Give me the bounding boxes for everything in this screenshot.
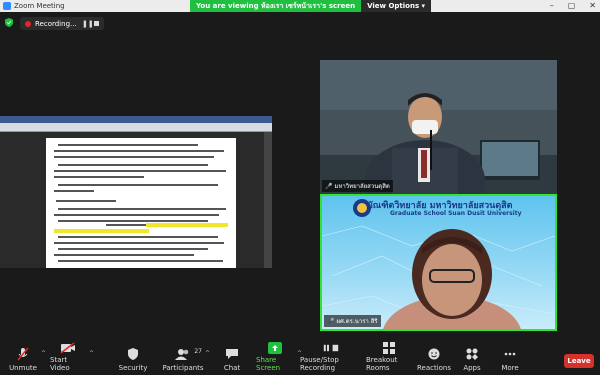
participant-name: ผศ.ดร.นารา สิริ bbox=[336, 318, 378, 325]
stop-recording-icon[interactable] bbox=[94, 21, 99, 26]
presenter-video-tile[interactable]: 🎤 มหาวิทยาลัยสวนดุสิต bbox=[320, 60, 557, 194]
participant-video-tile[interactable]: บัณฑิตวิทยาลัย มหาวิทยาลัยสวนดุสิต Gradu… bbox=[320, 194, 557, 331]
document-toolbar bbox=[0, 116, 272, 132]
participants-icon bbox=[175, 346, 191, 362]
viewing-banner: You are viewing ห้องเรา เซร์หน้าเรา's sc… bbox=[190, 0, 432, 12]
security-label: Security bbox=[118, 364, 148, 372]
apps-grid-icon bbox=[464, 346, 480, 362]
smiley-icon bbox=[426, 346, 442, 362]
presenter-video bbox=[320, 60, 557, 194]
muted-mic-icon: 🎤 bbox=[325, 182, 333, 190]
apps-button[interactable]: Apps bbox=[462, 342, 482, 375]
breakout-rooms-button[interactable]: Breakout Rooms bbox=[366, 342, 412, 375]
security-button[interactable]: Security bbox=[118, 342, 148, 375]
pause-recording-icon[interactable]: ❚❚ bbox=[82, 20, 94, 28]
share-screen-label: Share Screen bbox=[256, 356, 281, 372]
muted-mic-icon bbox=[15, 346, 31, 362]
chat-label: Chat bbox=[223, 364, 241, 372]
meeting-toolbar: Unmute ^ Start Video ^ Security Particip… bbox=[0, 342, 600, 375]
view-options-label: View Options bbox=[367, 2, 420, 10]
pause-stop-recording-label: Pause/Stop Recording bbox=[300, 356, 339, 372]
document-page bbox=[46, 138, 236, 268]
security-shield-icon bbox=[125, 346, 141, 362]
reactions-button[interactable]: Reactions bbox=[416, 342, 452, 375]
zoom-logo-icon bbox=[3, 2, 11, 10]
participant-banner-english: Graduate School Suan Dusit University bbox=[390, 210, 522, 217]
unmute-button[interactable]: Unmute ^ bbox=[8, 342, 46, 375]
presenter-name: มหาวิทยาลัยสวนดุสิต bbox=[334, 183, 390, 190]
chevron-up-icon[interactable]: ^ bbox=[205, 350, 210, 357]
breakout-rooms-label: Breakout Rooms bbox=[366, 356, 398, 372]
participant-name-tag: 🎤 ผศ.ดร.นารา สิริ bbox=[324, 315, 381, 327]
maximize-icon[interactable]: ▢ bbox=[568, 0, 576, 12]
more-dots-icon bbox=[502, 346, 518, 362]
pause-stop-icon bbox=[323, 342, 339, 354]
share-screen-icon bbox=[267, 342, 283, 354]
more-button[interactable]: More bbox=[500, 342, 520, 375]
chevron-up-icon[interactable]: ^ bbox=[89, 350, 94, 357]
start-video-button[interactable]: Start Video ^ bbox=[50, 342, 94, 375]
leave-button[interactable]: Leave bbox=[564, 354, 594, 368]
chat-bubble-icon bbox=[224, 346, 240, 362]
video-off-icon bbox=[60, 342, 76, 354]
minimize-icon[interactable]: – bbox=[550, 0, 554, 12]
recording-indicator: Recording... ❚❚ bbox=[20, 17, 104, 30]
apps-label: Apps bbox=[463, 364, 481, 372]
reactions-label: Reactions bbox=[416, 364, 452, 372]
participants-label: Participants bbox=[162, 364, 204, 372]
title-bar: Zoom Meeting You are viewing ห้องเรา เซร… bbox=[0, 0, 600, 12]
more-label: More bbox=[501, 364, 519, 372]
viewing-screen-label: You are viewing ห้องเรา เซร์หน้าเรา's sc… bbox=[190, 0, 362, 12]
window-title: Zoom Meeting bbox=[14, 2, 65, 10]
unmute-label: Unmute bbox=[9, 364, 37, 372]
start-video-label: Start Video bbox=[50, 356, 70, 372]
shield-icon[interactable] bbox=[5, 18, 13, 27]
share-screen-button[interactable]: Share Screen ^ bbox=[256, 342, 302, 375]
pause-stop-recording-button[interactable]: Pause/Stop Recording bbox=[300, 342, 362, 375]
chat-button[interactable]: Chat bbox=[222, 342, 242, 375]
participants-count: 27 bbox=[194, 348, 202, 355]
close-icon[interactable]: ✕ bbox=[589, 0, 596, 12]
chevron-up-icon[interactable]: ^ bbox=[41, 350, 46, 357]
presenter-name-tag: 🎤 มหาวิทยาลัยสวนดุสิต bbox=[322, 180, 393, 192]
breakout-rooms-icon bbox=[381, 342, 397, 354]
muted-mic-icon: 🎤 bbox=[327, 317, 335, 325]
participants-button[interactable]: Participants 27 ^ bbox=[162, 342, 210, 375]
view-options-button[interactable]: View Options ▾ bbox=[361, 0, 432, 12]
document-scrollbar[interactable] bbox=[264, 132, 272, 268]
shared-screen bbox=[0, 116, 272, 268]
recording-dot-icon bbox=[25, 20, 31, 27]
recording-label: Recording... bbox=[35, 19, 77, 28]
